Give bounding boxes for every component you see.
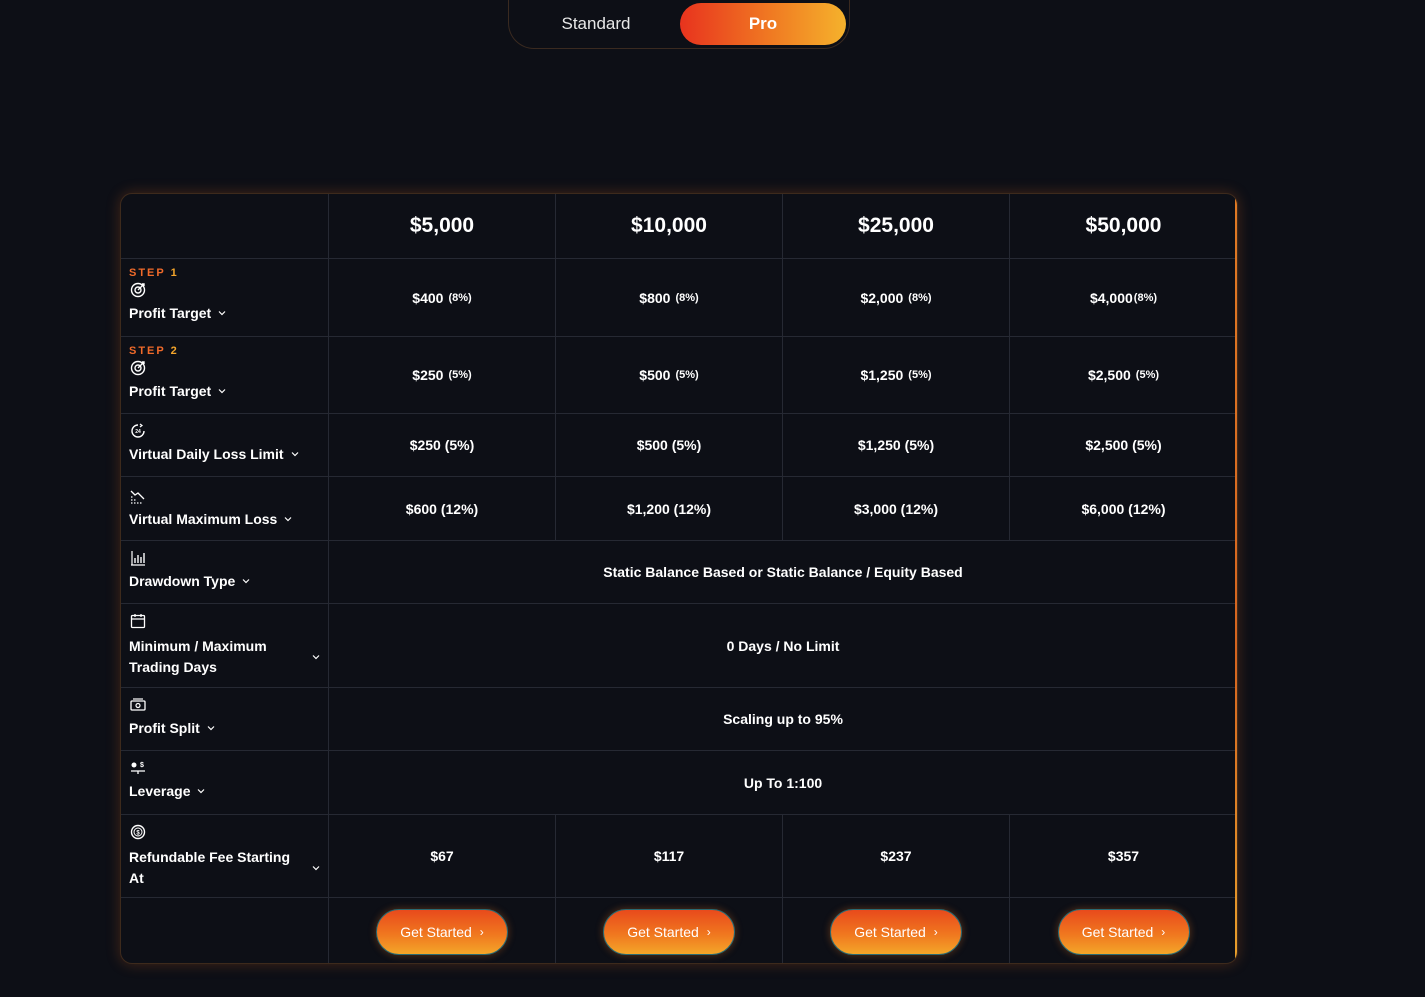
chevron-down-icon[interactable] <box>196 786 206 796</box>
value-cell: $4,000 (8%) <box>1089 289 1158 306</box>
target-icon <box>130 282 146 298</box>
row-label: Drawdown Type <box>129 573 236 589</box>
clock-24-icon: 24 <box>131 423 145 438</box>
get-started-button[interactable]: Get Started › <box>830 908 962 955</box>
chevron-down-icon[interactable] <box>217 308 227 318</box>
chevron-down-icon[interactable] <box>217 386 227 396</box>
value-cell: $250 (5%) <box>329 414 556 476</box>
get-started-button[interactable]: Get Started › <box>376 908 508 955</box>
profit-split-row: Profit Split Scaling up to 95% <box>121 688 1237 751</box>
chevron-down-icon[interactable] <box>241 576 251 586</box>
chevron-down-icon[interactable] <box>311 863 321 873</box>
calendar-icon <box>130 614 146 629</box>
chevron-right-icon: › <box>706 924 711 939</box>
row-label: Profit Target <box>129 305 212 321</box>
cta-row: Get Started › Get Started › Get Started › G… <box>121 898 1237 963</box>
value-cell: $2,500 (5%) <box>1085 437 1162 453</box>
step-label: STEP 2 <box>129 345 179 357</box>
value-cell: $800 (8%) <box>556 259 783 336</box>
fee-row: $ Refundable Fee Starting At $67 $117 $2… <box>121 815 1237 898</box>
chevron-right-icon: › <box>1161 924 1166 939</box>
value-cell: $500 (5%) <box>556 414 783 476</box>
step2-profit-target-row: STEP 2 Profit Target $250 (5%) $500 (5%) $… <box>121 337 1237 414</box>
cta-cell: Get Started › <box>556 898 783 963</box>
trading-days-row: Minimum / Maximum Trading Days 0 Days / … <box>121 604 1237 688</box>
plan-toggle: Standard Pro <box>508 0 850 49</box>
bar-chart-icon <box>131 551 145 566</box>
value-cell: $1,200 (12%) <box>556 477 783 540</box>
row-label-cell[interactable]: $ Refundable Fee Starting At <box>121 815 329 897</box>
row-label-cell[interactable]: STEP 1 Profit Target <box>121 259 329 336</box>
money-icon <box>130 698 146 711</box>
value-cell: Scaling up to 95% <box>723 711 843 727</box>
value-cell: Up To 1:100 <box>743 774 823 791</box>
daily-loss-row: 24 Virtual Daily Loss Limit $250 (5%) $5… <box>121 414 1237 477</box>
svg-text:$: $ <box>140 762 144 769</box>
value-cell: $67 <box>329 815 556 897</box>
get-started-button[interactable]: Get Started › <box>603 908 735 955</box>
get-started-button[interactable]: Get Started › <box>1057 908 1190 955</box>
value-cell: $237 <box>783 815 1010 897</box>
column-header: $5,000 <box>329 194 556 258</box>
max-loss-row: Virtual Maximum Loss $600 (12%) $1,200 (… <box>121 477 1237 541</box>
chevron-down-icon[interactable] <box>311 652 321 662</box>
value-cell: 0 Days / No Limit <box>726 637 840 654</box>
row-label: Profit Target <box>129 383 212 399</box>
value-cell: $1,250 (5%) <box>783 337 1010 413</box>
pricing-table: $5,000 $10,000 $25,000 $50,000 STEP 1 Pr… <box>120 193 1238 964</box>
chevron-down-icon[interactable] <box>290 449 300 459</box>
row-label-cell[interactable]: Virtual Maximum Loss <box>121 477 329 540</box>
chevron-right-icon: › <box>479 924 484 939</box>
leverage-icon: $ <box>131 762 145 774</box>
cta-cell: Get Started › <box>329 898 556 963</box>
row-label-cell[interactable]: Profit Split <box>121 688 329 750</box>
value-cell: Static Balance Based or Static Balance /… <box>603 564 963 580</box>
row-label: Virtual Maximum Loss <box>129 511 278 527</box>
table-header-row: $5,000 $10,000 $25,000 $50,000 <box>121 194 1237 259</box>
row-label-cell[interactable]: Drawdown Type <box>121 541 329 603</box>
row-label-cell[interactable]: Minimum / Maximum Trading Days <box>121 604 329 687</box>
value-cell: $117 <box>556 815 783 897</box>
svg-text:24: 24 <box>135 429 141 435</box>
column-header: $50,000 <box>1085 214 1162 237</box>
header-empty-cell <box>121 194 329 258</box>
row-label-cell[interactable]: STEP 2 Profit Target <box>121 337 329 413</box>
row-label-cell[interactable]: $ Leverage <box>121 751 329 814</box>
cta-empty-cell <box>121 898 329 963</box>
row-label: Minimum / Maximum Trading Days <box>129 638 267 675</box>
step-label: STEP 1 <box>129 267 179 279</box>
row-label: Virtual Daily Loss Limit <box>129 446 284 462</box>
value-cell: $1,250 (5%) <box>783 414 1010 476</box>
column-header: $10,000 <box>556 194 783 258</box>
value-cell: $2,500 (5%) <box>1087 367 1160 383</box>
chevron-down-icon[interactable] <box>206 723 216 733</box>
standard-toggle-button[interactable]: Standard <box>513 3 679 45</box>
value-cell: $400 (8%) <box>329 259 556 336</box>
chevron-right-icon: › <box>933 924 938 939</box>
value-cell: $2,000 (8%) <box>783 259 1010 336</box>
trend-down-icon <box>130 490 145 504</box>
leverage-row: $ Leverage Up To 1:100 <box>121 751 1237 815</box>
value-cell: $600 (12%) <box>329 477 556 540</box>
step1-profit-target-row: STEP 1 Profit Target $400 (8%) $800 (8%) $… <box>121 259 1237 337</box>
coin-icon: $ <box>130 824 146 840</box>
pro-toggle-button[interactable]: Pro <box>680 3 846 45</box>
cta-cell: Get Started › <box>1010 898 1237 963</box>
value-cell: $500 (5%) <box>556 337 783 413</box>
row-label: Profit Split <box>129 720 200 736</box>
row-label: Leverage <box>129 783 191 799</box>
row-label-cell[interactable]: 24 Virtual Daily Loss Limit <box>121 414 329 476</box>
row-label: Refundable Fee Starting At <box>129 849 291 886</box>
cta-cell: Get Started › <box>783 898 1010 963</box>
value-cell: $250 (5%) <box>329 337 556 413</box>
column-header: $25,000 <box>783 194 1010 258</box>
target-icon <box>130 360 146 376</box>
value-cell: $3,000 (12%) <box>783 477 1010 540</box>
value-cell: $6,000 (12%) <box>1081 500 1166 517</box>
drawdown-row: Drawdown Type Static Balance Based or St… <box>121 541 1237 604</box>
value-cell: $357 <box>1107 848 1140 864</box>
chevron-down-icon[interactable] <box>283 514 293 524</box>
